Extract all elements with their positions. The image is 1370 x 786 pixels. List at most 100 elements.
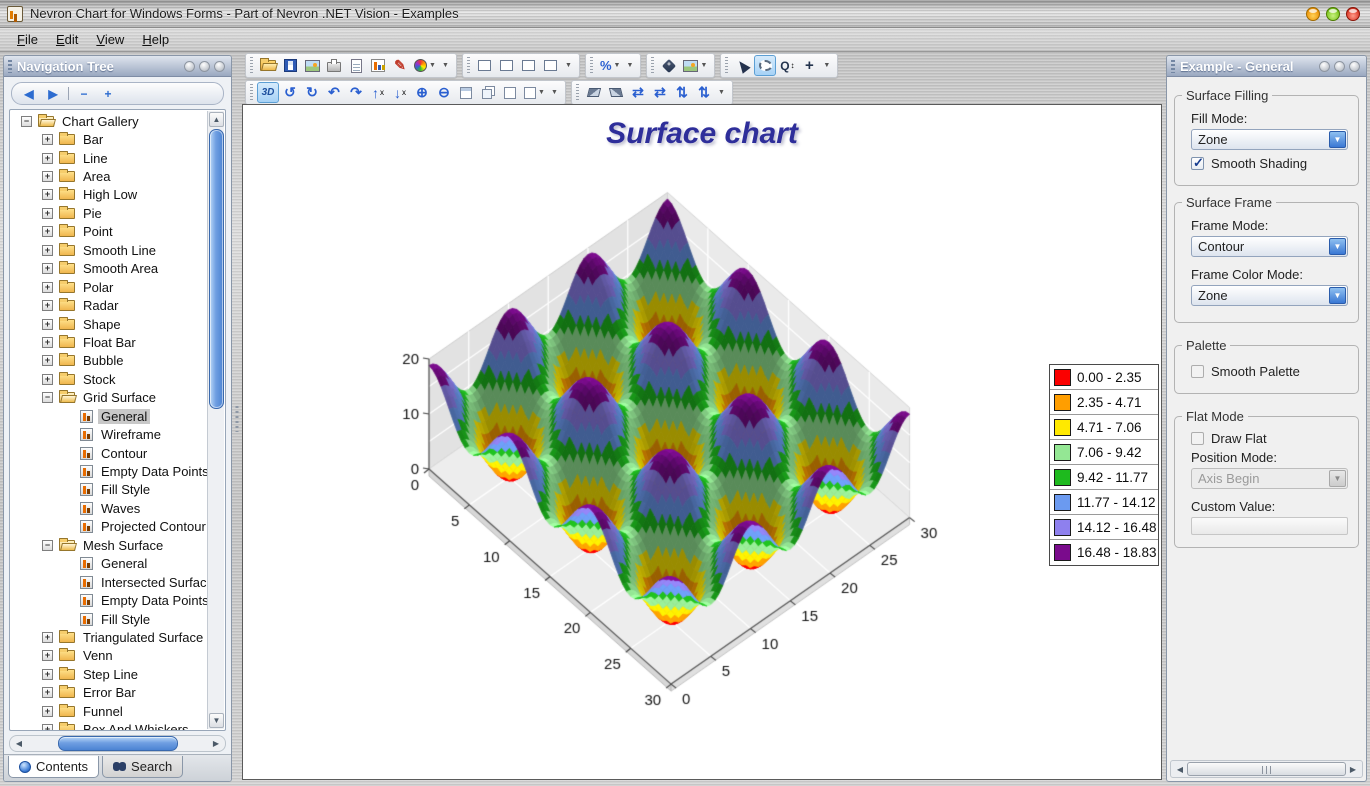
- height-decrease-button[interactable]: ⇅: [671, 82, 693, 103]
- maximize-button[interactable]: [1326, 7, 1340, 21]
- view-dropdown[interactable]: ▼: [548, 82, 561, 103]
- pointer-tool-button[interactable]: [732, 55, 754, 76]
- tree-item-contour[interactable]: Contour: [11, 444, 206, 462]
- perspective-view-button[interactable]: [477, 82, 499, 103]
- expand-icon[interactable]: +: [42, 134, 53, 145]
- panel-button-3[interactable]: [1349, 61, 1360, 72]
- elevation-down-button[interactable]: ↓x: [389, 82, 411, 103]
- chart-editor-button[interactable]: [367, 55, 389, 76]
- collapse-icon[interactable]: −: [21, 116, 32, 127]
- fill-mode-select[interactable]: Zone ▼: [1191, 129, 1348, 150]
- toolbar-grip[interactable]: [576, 84, 579, 101]
- scroll-up-button[interactable]: ▲: [209, 112, 224, 127]
- scroll-right-button[interactable]: ▶: [209, 737, 223, 750]
- data-zoom-tool-button[interactable]: Q↕: [776, 55, 798, 76]
- tree-item-area[interactable]: +Area: [11, 167, 206, 185]
- tab-contents[interactable]: Contents: [8, 756, 99, 778]
- print-preview-button[interactable]: [345, 55, 367, 76]
- menu-file[interactable]: File: [8, 30, 47, 49]
- minimize-button[interactable]: [1306, 7, 1320, 21]
- panel-button-1[interactable]: [184, 61, 195, 72]
- draw-flat-checkbox[interactable]: [1191, 432, 1204, 445]
- tree-item-fill-style[interactable]: Fill Style: [11, 610, 206, 628]
- title-bar[interactable]: Nevron Chart for Windows Forms - Part of…: [0, 0, 1370, 28]
- zoom-out-button[interactable]: ⊖: [433, 82, 455, 103]
- save-button[interactable]: [279, 55, 301, 76]
- tools-dropdown[interactable]: ▼: [820, 55, 833, 76]
- tree-item-radar[interactable]: +Radar: [11, 296, 206, 314]
- export-image-button[interactable]: [301, 55, 323, 76]
- tree-item-point[interactable]: +Point: [11, 223, 206, 241]
- tree-item-smooth-area[interactable]: +Smooth Area: [11, 260, 206, 278]
- frame-mode-select[interactable]: Contour ▼: [1191, 236, 1348, 257]
- panel-button-3[interactable]: [214, 61, 225, 72]
- tree-item-bubble[interactable]: +Bubble: [11, 352, 206, 370]
- print-button[interactable]: [323, 55, 345, 76]
- nav-back-button[interactable]: ◀: [20, 87, 38, 101]
- frame-plain-button[interactable]: [499, 82, 521, 103]
- expand-icon[interactable]: +: [42, 208, 53, 219]
- dock-right-button[interactable]: [496, 55, 518, 76]
- smooth-shading-checkbox[interactable]: [1191, 157, 1204, 170]
- toolbar-grip[interactable]: [250, 84, 253, 101]
- tree-item-fill-style[interactable]: Fill Style: [11, 481, 206, 499]
- palette-button[interactable]: ▼: [411, 55, 439, 76]
- scale-dropdown[interactable]: ▼: [623, 55, 636, 76]
- menu-edit[interactable]: Edit: [47, 30, 87, 49]
- scroll-down-button[interactable]: ▼: [209, 713, 224, 728]
- tree-item-triangulated-surface[interactable]: +Triangulated Surface: [11, 628, 206, 646]
- collapse-icon[interactable]: −: [42, 392, 53, 403]
- expand-icon[interactable]: +: [42, 263, 53, 274]
- expand-icon[interactable]: +: [42, 374, 53, 385]
- spin-up-button[interactable]: ↶: [323, 82, 345, 103]
- nav-forward-button[interactable]: ▶: [44, 87, 62, 101]
- smooth-shading-row[interactable]: Smooth Shading: [1191, 156, 1350, 171]
- scale-button[interactable]: %▼: [597, 55, 624, 76]
- dock-left-button[interactable]: [474, 55, 496, 76]
- collapse-all-button[interactable]: −: [75, 87, 93, 101]
- expand-icon[interactable]: +: [42, 650, 53, 661]
- frame-options-button[interactable]: ▼: [521, 82, 548, 103]
- smooth-palette-row[interactable]: Smooth Palette: [1191, 364, 1350, 379]
- panel-button-2[interactable]: [1334, 61, 1345, 72]
- tree-item-stock[interactable]: +Stock: [11, 370, 206, 388]
- expand-icon[interactable]: +: [42, 706, 53, 717]
- expand-icon[interactable]: +: [42, 337, 53, 348]
- surface-chart-canvas[interactable]: [243, 105, 1163, 780]
- dock-top-button[interactable]: [518, 55, 540, 76]
- size-dropdown[interactable]: ▼: [715, 82, 728, 103]
- image-fill-button[interactable]: ▼: [680, 55, 710, 76]
- elevation-up-button[interactable]: ↑x: [367, 82, 389, 103]
- menu-help[interactable]: Help: [133, 30, 178, 49]
- wall-style-b-button[interactable]: [605, 82, 627, 103]
- tab-search[interactable]: Search: [102, 756, 183, 778]
- expand-all-button[interactable]: +: [99, 87, 117, 101]
- expand-icon[interactable]: +: [42, 319, 53, 330]
- tree-item-high-low[interactable]: +High Low: [11, 186, 206, 204]
- wall-style-a-button[interactable]: [583, 82, 605, 103]
- tree-item-polar[interactable]: +Polar: [11, 278, 206, 296]
- expand-icon[interactable]: +: [42, 189, 53, 200]
- toolbar-grip[interactable]: [467, 57, 470, 74]
- tree-item-grid-surface[interactable]: −Grid Surface: [11, 389, 206, 407]
- tree-item-general[interactable]: General: [11, 407, 206, 425]
- tree-item-float-bar[interactable]: +Float Bar: [11, 333, 206, 351]
- expand-icon[interactable]: +: [42, 282, 53, 293]
- toolbar-grip[interactable]: [590, 57, 593, 74]
- height-increase-button[interactable]: ⇅: [693, 82, 715, 103]
- fill-style-button[interactable]: [658, 55, 680, 76]
- tree-item-pie[interactable]: +Pie: [11, 204, 206, 222]
- scroll-left-button[interactable]: ◀: [12, 737, 26, 750]
- vertical-scroll-thumb[interactable]: [209, 129, 224, 409]
- projected-view-button[interactable]: [455, 82, 477, 103]
- zoom-in-button[interactable]: ⊕: [411, 82, 433, 103]
- view-3d-toggle[interactable]: 3D: [257, 82, 279, 103]
- tree-item-smooth-line[interactable]: +Smooth Line: [11, 241, 206, 259]
- tree-item-shape[interactable]: +Shape: [11, 315, 206, 333]
- tree-item-funnel[interactable]: +Funnel: [11, 702, 206, 720]
- toolbar-grip[interactable]: [250, 57, 253, 74]
- expand-icon[interactable]: +: [42, 669, 53, 680]
- expand-icon[interactable]: +: [42, 171, 53, 182]
- tree-item-empty-data-points[interactable]: Empty Data Points: [11, 591, 206, 609]
- tree-item-chart-gallery[interactable]: −Chart Gallery: [11, 112, 206, 130]
